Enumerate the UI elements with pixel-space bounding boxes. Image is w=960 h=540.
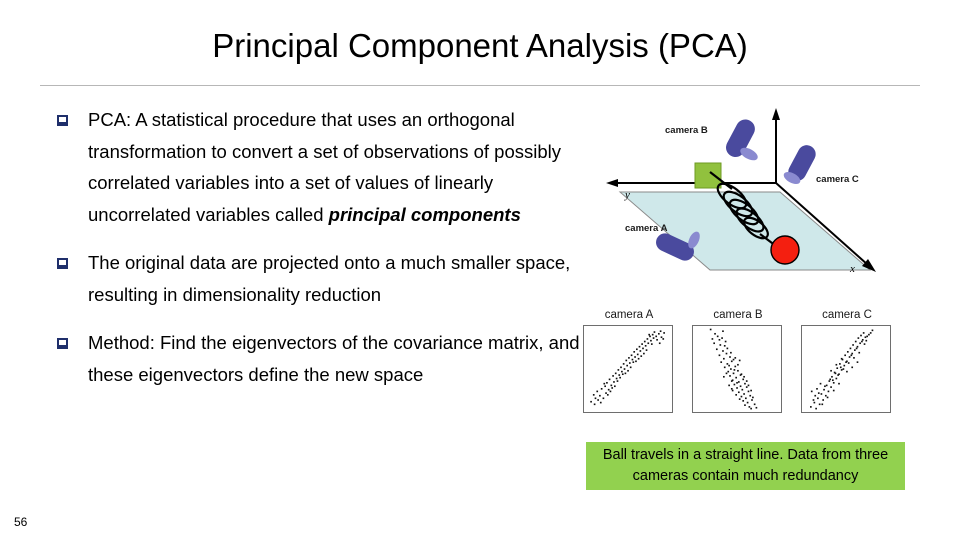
bullet-3-text: Method: Find the eigenvectors of the cov…	[88, 332, 580, 385]
bullet-square-icon	[54, 247, 88, 278]
camera-a-scatter-plot	[583, 325, 673, 413]
camera-b-scatter-plot	[692, 325, 782, 413]
camera-b-icon	[726, 119, 758, 161]
z-axis-arrowhead	[772, 108, 780, 120]
camera-a-panel: camera A	[583, 308, 675, 420]
caption-text: Ball travels in a straight line. Data fr…	[586, 445, 905, 487]
caption-line-1: Ball travels in a straight line. Data fr…	[602, 447, 852, 463]
camera-a-label: camera A	[625, 223, 668, 234]
slide: Principal Component Analysis (PCA) PCA: …	[0, 0, 960, 540]
bullet-text: Method: Find the eigenvectors of the cov…	[88, 327, 584, 390]
title-divider	[40, 85, 920, 86]
ball	[770, 235, 800, 265]
camera-c-label: camera C	[816, 174, 859, 185]
bullet-text: PCA: A statistical procedure that uses a…	[88, 104, 584, 230]
y-axis-arrowhead	[606, 179, 618, 187]
bullet-square-icon	[54, 104, 88, 135]
y-axis-label: y	[624, 189, 630, 201]
camera-scatter-panels: camera A camera B camera C	[583, 308, 893, 420]
x-axis-label: x	[849, 263, 855, 275]
camera-c-icon	[783, 145, 816, 184]
bullet-2-text: The original data are projected onto a m…	[88, 252, 571, 305]
bullet-1-emphasis: principal components	[328, 203, 521, 225]
camera-b-panel: camera B	[692, 308, 784, 420]
list-item: PCA: A statistical procedure that uses a…	[54, 104, 584, 230]
camera-b-label: camera B	[665, 125, 708, 136]
bullet-list: PCA: A statistical procedure that uses a…	[54, 104, 584, 407]
camera-c-scatter-plot	[801, 325, 891, 413]
list-item: Method: Find the eigenvectors of the cov…	[54, 327, 584, 390]
camera-c-panel-label: camera C	[822, 309, 872, 321]
list-item: The original data are projected onto a m…	[54, 247, 584, 310]
camera-b-panel-label: camera B	[713, 309, 763, 321]
bullet-text: The original data are projected onto a m…	[88, 247, 584, 310]
page-title: Principal Component Analysis (PCA)	[212, 27, 748, 64]
spring-camera-diagram: y x camera B camera C camera A	[580, 100, 925, 282]
bullet-square-icon	[54, 327, 88, 358]
camera-c-panel: camera C	[801, 308, 893, 420]
caption-callout: Ball travels in a straight line. Data fr…	[586, 442, 905, 490]
page-number: 56	[14, 515, 28, 529]
camera-a-panel-label: camera A	[604, 309, 654, 321]
wall-mount	[694, 162, 722, 189]
